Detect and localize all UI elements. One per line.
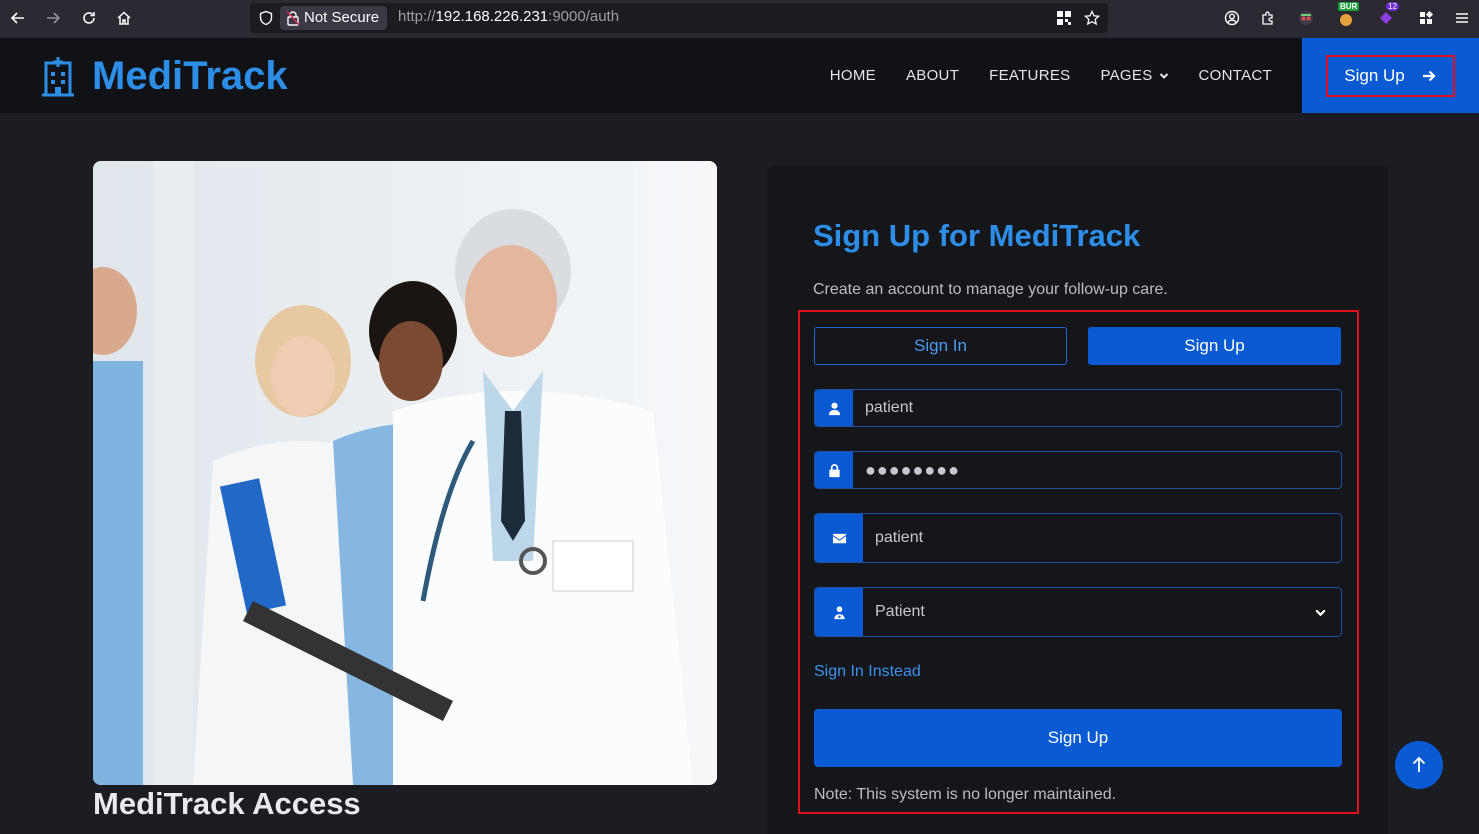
nav-about[interactable]: ABOUT [906,67,959,84]
doctors-photo [93,161,717,785]
role-value: Patient [863,588,1341,636]
user-icon [815,390,853,426]
role-select[interactable]: Patient [814,587,1342,637]
role-selected-label: Patient [875,603,925,620]
tab-signup[interactable]: Sign Up [1088,327,1341,365]
signup-submit-button[interactable]: Sign Up [814,709,1342,767]
signup-form: Sign In Sign Up patient ●●●●●●●● patient [798,310,1359,814]
arrow-right-icon [1422,70,1436,81]
brand-logo[interactable]: MediTrack [40,54,288,98]
home-icon[interactable] [112,6,136,30]
extensions-puzzle-icon[interactable] [1258,8,1278,28]
hamburger-menu-icon[interactable] [1452,8,1472,28]
scroll-to-top-button[interactable] [1395,741,1443,789]
arrow-up-icon [1412,756,1426,772]
main-nav: HOME ABOUT FEATURES PAGES CONTACT [830,67,1272,84]
browser-toolbar: Not Secure http://192.168.226.231:9000/a… [0,0,1479,38]
qr-code-icon[interactable] [1054,8,1074,28]
nav-contact[interactable]: CONTACT [1199,67,1272,84]
header-signup-label: Sign Up [1344,65,1405,85]
email-value: patient [875,529,924,546]
tab-signin[interactable]: Sign In [814,327,1067,365]
burp-badge: BUR [1338,2,1360,11]
password-value: ●●●●●●●● [865,459,960,480]
auth-title: Sign Up for MediTrack [813,218,1141,253]
envelope-icon [815,514,863,562]
security-label: Not Secure [304,9,380,26]
brand-name: MediTrack [92,54,288,98]
chevron-down-icon [1315,609,1326,616]
nav-pages[interactable]: PAGES [1100,67,1168,84]
tracking-shield-icon[interactable] [256,8,276,28]
insecure-lock-icon [286,10,300,26]
username-value: patient [865,399,914,416]
chevron-down-icon [1159,72,1168,79]
auth-card: Sign Up for MediTrack Create an account … [767,166,1388,834]
user-doctor-icon [815,588,863,636]
maintenance-note: Note: This system is no longer maintaine… [814,786,1117,803]
lock-icon [815,452,853,488]
password-field[interactable]: ●●●●●●●● [814,451,1342,489]
hero-caption: MediTrack Access [93,786,361,821]
forward-arrow-icon[interactable] [41,6,65,30]
header-signup-button[interactable]: Sign Up [1302,38,1479,113]
account-icon[interactable] [1222,8,1242,28]
email-field[interactable]: patient [814,513,1342,563]
extension-count-badge: 12 [1386,2,1399,11]
burp-extension-icon[interactable]: BUR [1336,2,1360,28]
header-signup-highlight: Sign Up [1326,54,1455,97]
hospital-building-icon [42,57,74,97]
sign-in-instead-link[interactable]: Sign In Instead [814,663,921,681]
username-field[interactable]: patient [814,389,1342,427]
nav-pages-label: PAGES [1100,67,1153,84]
auth-subtitle: Create an account to manage your follow-… [813,281,1168,298]
back-arrow-icon[interactable] [6,6,30,30]
url-text[interactable]: http://192.168.226.231:9000/auth [398,8,619,25]
nav-features[interactable]: FEATURES [989,67,1070,84]
nav-home[interactable]: HOME [830,67,876,84]
not-secure-badge[interactable]: Not Secure [280,6,388,30]
extensions-grid-icon[interactable] [1416,8,1436,28]
spy-extension-icon[interactable] [1296,8,1316,28]
bookmark-star-icon[interactable] [1082,8,1102,28]
purple-extension-icon[interactable]: 12 [1376,2,1399,28]
url-bar[interactable]: Not Secure http://192.168.226.231:9000/a… [250,3,1108,33]
site-header: MediTrack HOME ABOUT FEATURES PAGES CONT… [0,38,1479,113]
reload-icon[interactable] [77,6,101,30]
